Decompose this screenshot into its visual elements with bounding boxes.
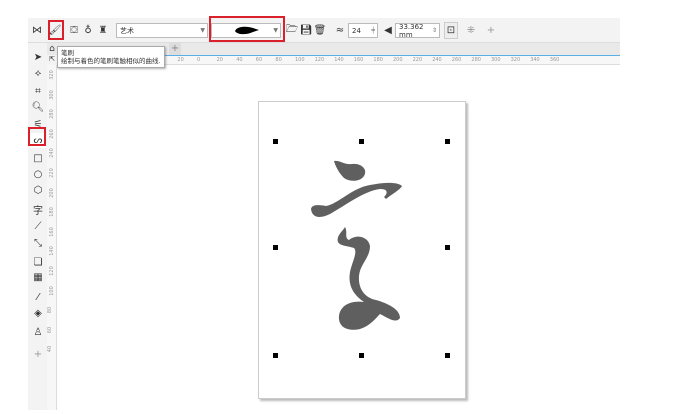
- stroke-horizontal: [311, 182, 402, 217]
- tooltip-title: 笔刷: [61, 49, 74, 57]
- tooltip-description: 绘制与着色的笔刷笔触相似的曲线.: [61, 57, 161, 65]
- stroke-vertical: [337, 227, 400, 330]
- stroke-dot: [334, 160, 366, 181]
- tooltip: 笔刷 绘制与着色的笔刷笔触相似的曲线.: [57, 46, 165, 68]
